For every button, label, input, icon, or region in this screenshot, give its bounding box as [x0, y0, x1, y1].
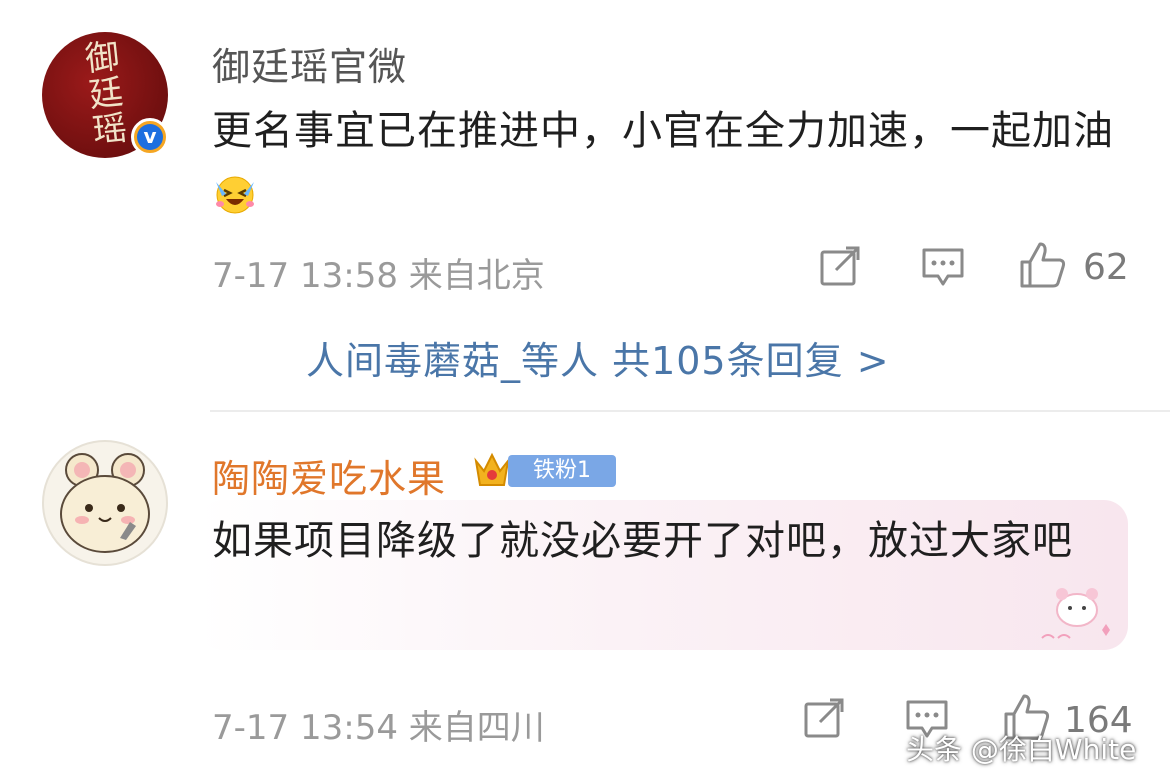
verified-badge-icon: v	[131, 118, 169, 156]
comment-text: 如果项目降级了就没必要开了对吧，放过大家吧	[212, 518, 1073, 564]
avatar[interactable]	[42, 440, 168, 566]
fan-badge-label: 铁粉1	[508, 455, 616, 487]
laughing-emoji-icon	[212, 170, 258, 216]
comment-text-content: 更名事宜已在推进中，小官在全力加速，一起加油	[212, 108, 1114, 154]
comment-meta: 7-17 13:54 来自四川	[212, 708, 545, 748]
like-count: 62	[1083, 247, 1129, 288]
comment-username[interactable]: 陶陶爱吃水果	[212, 448, 446, 503]
comment-username[interactable]: 御廷瑶官微	[212, 36, 407, 91]
watermark: 头条 @徐白White	[906, 733, 1137, 766]
comment-meta: 7-17 13:58 来自北京	[212, 256, 545, 296]
repost-icon[interactable]	[802, 696, 848, 746]
bunny-avatar-icon	[60, 453, 150, 553]
divider	[210, 410, 1170, 412]
crown-icon	[474, 452, 510, 486]
repost-icon[interactable]	[818, 244, 864, 294]
view-replies-link[interactable]: 人间毒蘑菇_等人 共105条回复 >	[306, 330, 890, 385]
like-thumb-icon[interactable]	[1018, 240, 1068, 294]
bubble-decoration-icon	[1041, 588, 1110, 639]
comment-text: 更名事宜已在推进中，小官在全力加速，一起加油	[212, 98, 1132, 230]
comment-icon[interactable]	[920, 246, 966, 294]
